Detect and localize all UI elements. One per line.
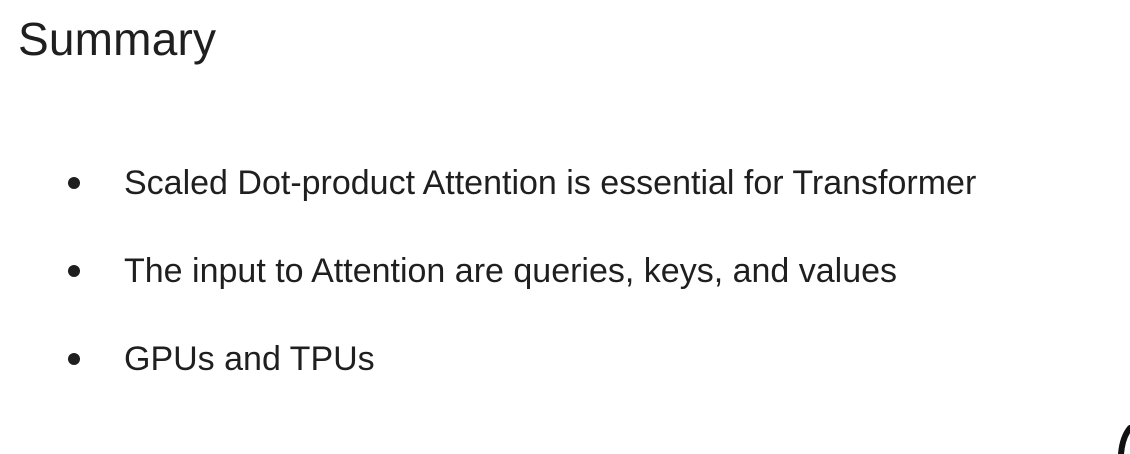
bullet-text: The input to Attention are queries, keys… bbox=[124, 252, 898, 290]
bullet-dot-icon bbox=[68, 353, 80, 365]
bullet-item: GPUs and TPUs bbox=[60, 336, 1120, 382]
bullet-dot-icon bbox=[68, 177, 80, 189]
bullet-list: Scaled Dot-product Attention is essentia… bbox=[60, 160, 1120, 424]
bullet-dot-icon bbox=[68, 265, 80, 277]
corner-stroke-icon bbox=[1118, 425, 1130, 454]
slide-title: Summary bbox=[18, 13, 217, 65]
bullet-item: Scaled Dot-product Attention is essentia… bbox=[60, 160, 1120, 206]
bullet-text: Scaled Dot-product Attention is essentia… bbox=[124, 164, 977, 202]
slide: Summary Scaled Dot-product Attention is … bbox=[0, 0, 1130, 454]
bullet-text: GPUs and TPUs bbox=[124, 340, 375, 378]
bullet-item: The input to Attention are queries, keys… bbox=[60, 248, 1120, 294]
